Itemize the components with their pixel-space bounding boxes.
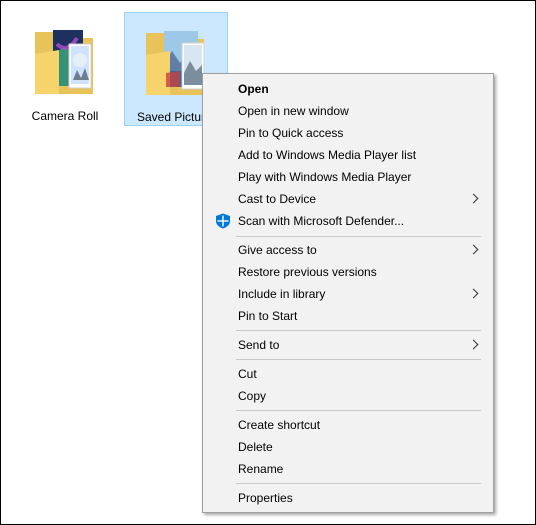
menu-item-send-to[interactable]: Send to: [205, 334, 491, 356]
menu-item-label: Open in new window: [238, 104, 349, 118]
menu-item-copy[interactable]: Copy: [205, 385, 491, 407]
menu-item-add-to-wmp-list[interactable]: Add to Windows Media Player list: [205, 144, 491, 166]
chevron-right-icon: [468, 244, 479, 255]
folder-camera-roll[interactable]: Camera Roll: [13, 12, 117, 126]
menu-item-label: Restore previous versions: [238, 265, 377, 279]
chevron-right-icon: [468, 288, 479, 299]
menu-item-restore-versions[interactable]: Restore previous versions: [205, 261, 491, 283]
menu-item-label: Create shortcut: [238, 418, 321, 432]
menu-item-label: Pin to Start: [238, 309, 298, 323]
chevron-right-icon: [468, 193, 479, 204]
menu-item-include-library[interactable]: Include in library: [205, 283, 491, 305]
menu-item-label: Play with Windows Media Player: [238, 170, 412, 184]
menu-item-rename[interactable]: Rename: [205, 458, 491, 480]
menu-item-cut[interactable]: Cut: [205, 363, 491, 385]
menu-item-label: Cast to Device: [238, 192, 317, 206]
menu-item-delete[interactable]: Delete: [205, 436, 491, 458]
folder-icon: [35, 30, 93, 94]
menu-item-label: Properties: [238, 491, 293, 505]
menu-item-play-with-wmp[interactable]: Play with Windows Media Player: [205, 166, 491, 188]
menu-item-label: Open: [238, 82, 269, 96]
menu-item-label: Delete: [238, 440, 273, 454]
menu-item-give-access[interactable]: Give access to: [205, 239, 491, 261]
menu-item-label: Pin to Quick access: [238, 126, 344, 140]
defender-shield-icon: [216, 213, 230, 229]
menu-separator: [236, 330, 481, 331]
folder-label: Camera Roll: [31, 109, 99, 123]
menu-item-label: Include in library: [238, 287, 326, 301]
desktop-window: Camera Roll Saved Pictures Open Open in …: [0, 0, 536, 525]
menu-separator: [236, 410, 481, 411]
menu-item-label: Send to: [238, 338, 280, 352]
context-menu: Open Open in new window Pin to Quick acc…: [202, 73, 494, 513]
menu-separator: [236, 236, 481, 237]
menu-item-properties[interactable]: Properties: [205, 487, 491, 509]
menu-item-cast-to-device[interactable]: Cast to Device: [205, 188, 491, 210]
menu-item-open[interactable]: Open: [205, 78, 491, 100]
menu-item-scan-defender[interactable]: Scan with Microsoft Defender...: [205, 210, 491, 232]
menu-item-label: Scan with Microsoft Defender...: [238, 214, 405, 228]
menu-separator: [236, 359, 481, 360]
menu-separator: [236, 483, 481, 484]
menu-item-create-shortcut[interactable]: Create shortcut: [205, 414, 491, 436]
chevron-right-icon: [468, 339, 479, 350]
menu-item-label: Rename: [238, 462, 284, 476]
menu-item-label: Give access to: [238, 243, 317, 257]
menu-item-label: Add to Windows Media Player list: [238, 148, 417, 162]
menu-item-pin-to-start[interactable]: Pin to Start: [205, 305, 491, 327]
menu-item-open-new-window[interactable]: Open in new window: [205, 100, 491, 122]
menu-item-pin-quick-access[interactable]: Pin to Quick access: [205, 122, 491, 144]
menu-item-label: Cut: [238, 367, 257, 381]
menu-item-label: Copy: [238, 389, 267, 403]
